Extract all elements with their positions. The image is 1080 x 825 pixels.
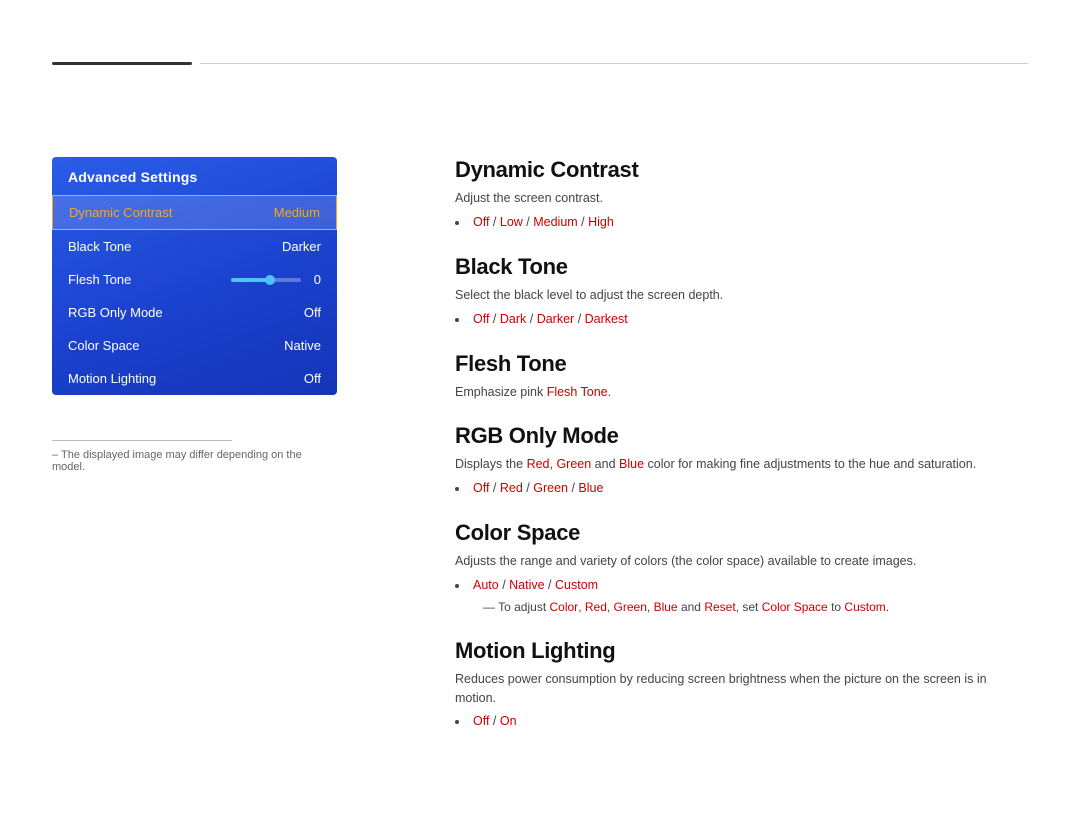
menu-label-dynamic-contrast: Dynamic Contrast — [69, 205, 172, 220]
slider-thumb — [265, 275, 275, 285]
section-black-tone: Black Tone Select the black level to adj… — [455, 254, 1028, 329]
section-desc-color-space: Adjusts the range and variety of colors … — [455, 552, 1028, 571]
footnote-text: ‒ The displayed image may differ dependi… — [52, 449, 322, 473]
menu-item-color-space[interactable]: Color Space Native — [52, 329, 337, 362]
section-flesh-tone: Flesh Tone Emphasize pink Flesh Tone. — [455, 351, 1028, 402]
section-title-black-tone: Black Tone — [455, 254, 1028, 280]
menu-value-rgb-only: Off — [304, 305, 321, 320]
menu-item-rgb-only[interactable]: RGB Only Mode Off — [52, 296, 337, 329]
opt-off-ml: Off — [473, 714, 489, 728]
menu-label-black-tone: Black Tone — [68, 239, 131, 254]
menu-label-color-space: Color Space — [68, 338, 140, 353]
slider-track — [231, 278, 301, 282]
opt-flesh-tone: Flesh Tone — [547, 385, 608, 399]
menu-value-motion-lighting: Off — [304, 371, 321, 386]
section-desc-flesh-tone: Emphasize pink Flesh Tone. — [455, 383, 1028, 402]
opt-off-bt: Off — [473, 312, 489, 326]
opt-green-rgb: Green — [533, 481, 568, 495]
left-panel: Advanced Settings Dynamic Contrast Mediu… — [52, 157, 337, 395]
section-dynamic-contrast: Dynamic Contrast Adjust the screen contr… — [455, 157, 1028, 232]
panel-title: Advanced Settings — [52, 157, 337, 195]
opt-darker-bt: Darker — [537, 312, 575, 326]
section-motion-lighting: Motion Lighting Reduces power consumptio… — [455, 638, 1028, 732]
section-desc-motion-lighting: Reduces power consumption by reducing sc… — [455, 670, 1028, 708]
section-desc-rgb-only: Displays the Red, Green and Blue color f… — [455, 455, 1028, 474]
color-space-sub-note: To adjust Color, Red, Green, Blue and Re… — [483, 598, 1028, 616]
panel-box: Advanced Settings Dynamic Contrast Mediu… — [52, 157, 337, 395]
section-desc-dynamic-contrast: Adjust the screen contrast. — [455, 189, 1028, 208]
footnote: ‒ The displayed image may differ dependi… — [52, 440, 322, 473]
section-color-space: Color Space Adjusts the range and variet… — [455, 520, 1028, 616]
menu-item-black-tone[interactable]: Black Tone Darker — [52, 230, 337, 263]
opt-high-dc: High — [588, 215, 614, 229]
opt-darkest-bt: Darkest — [585, 312, 628, 326]
opt-red-rgb: Red — [500, 481, 523, 495]
opt-on-ml: On — [500, 714, 517, 728]
menu-label-motion-lighting: Motion Lighting — [68, 371, 156, 386]
footnote-divider — [52, 440, 232, 441]
slider-value: 0 — [307, 272, 321, 287]
divider-dark — [52, 62, 192, 65]
section-desc-black-tone: Select the black level to adjust the scr… — [455, 286, 1028, 305]
menu-label-flesh-tone: Flesh Tone — [68, 272, 131, 287]
section-options-black-tone: Off / Dark / Darker / Darkest — [455, 309, 1028, 329]
right-content: Dynamic Contrast Adjust the screen contr… — [455, 157, 1028, 753]
top-dividers — [0, 62, 1080, 65]
menu-label-rgb-only: RGB Only Mode — [68, 305, 163, 320]
divider-light — [200, 63, 1028, 64]
opt-auto-cs: Auto — [473, 578, 499, 592]
menu-item-dynamic-contrast[interactable]: Dynamic Contrast Medium — [52, 195, 337, 230]
menu-value-color-space: Native — [284, 338, 321, 353]
menu-item-flesh-tone[interactable]: Flesh Tone 0 — [52, 263, 337, 296]
section-title-dynamic-contrast: Dynamic Contrast — [455, 157, 1028, 183]
section-options-rgb-only: Off / Red / Green / Blue — [455, 478, 1028, 498]
opt-medium-dc: Medium — [533, 215, 577, 229]
section-options-dynamic-contrast: Off / Low / Medium / High — [455, 212, 1028, 232]
flesh-tone-slider[interactable]: 0 — [231, 272, 321, 287]
section-options-color-space: Auto / Native / Custom — [455, 575, 1028, 595]
menu-value-dynamic-contrast: Medium — [274, 205, 320, 220]
section-title-flesh-tone: Flesh Tone — [455, 351, 1028, 377]
menu-item-motion-lighting[interactable]: Motion Lighting Off — [52, 362, 337, 395]
menu-value-black-tone: Darker — [282, 239, 321, 254]
section-title-motion-lighting: Motion Lighting — [455, 638, 1028, 664]
opt-off-rgb: Off — [473, 481, 489, 495]
section-title-color-space: Color Space — [455, 520, 1028, 546]
opt-off-dc: Off — [473, 215, 489, 229]
opt-dark-bt: Dark — [500, 312, 526, 326]
opt-blue-rgb: Blue — [578, 481, 603, 495]
opt-low-dc: Low — [500, 215, 523, 229]
opt-native-cs: Native — [509, 578, 544, 592]
opt-custom-cs: Custom — [555, 578, 598, 592]
section-rgb-only: RGB Only Mode Displays the Red, Green an… — [455, 423, 1028, 498]
section-title-rgb-only: RGB Only Mode — [455, 423, 1028, 449]
section-options-motion-lighting: Off / On — [455, 711, 1028, 731]
